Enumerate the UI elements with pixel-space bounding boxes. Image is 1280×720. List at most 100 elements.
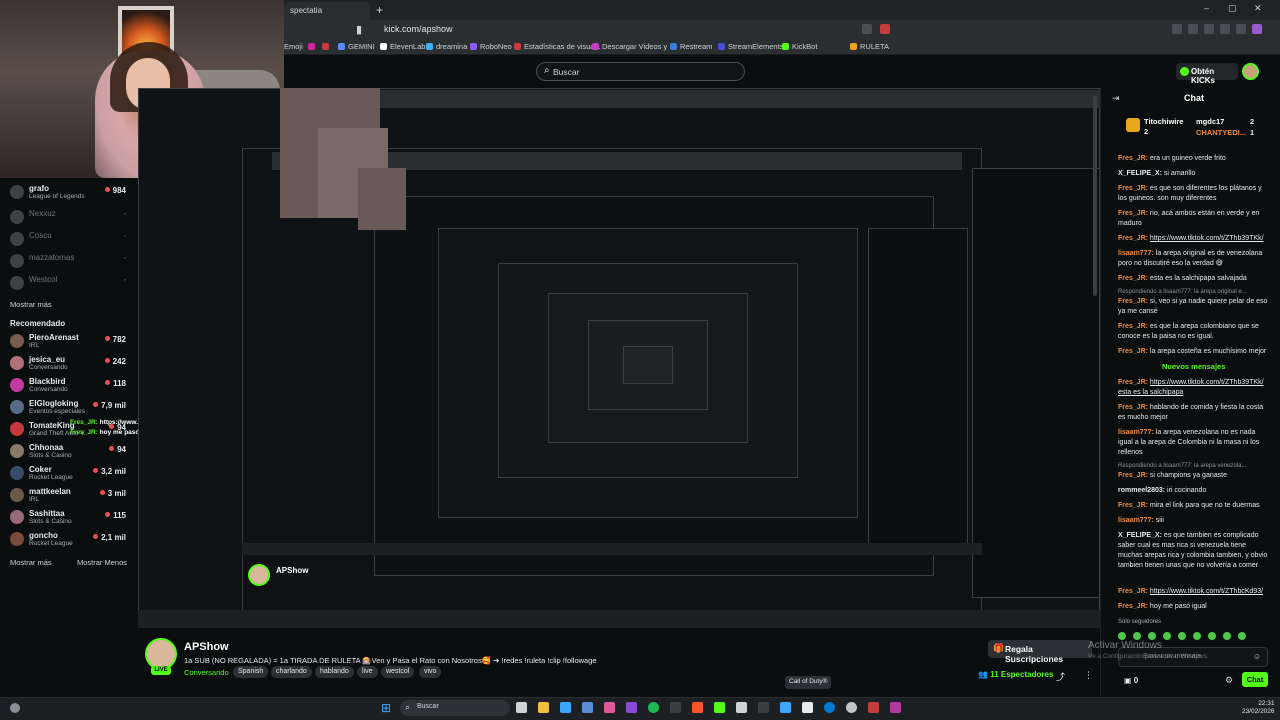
kick-header — [284, 56, 1280, 88]
show-more-recommended[interactable]: Mostrar más — [10, 558, 52, 567]
bookmark-icon[interactable] — [322, 42, 332, 51]
app-icon[interactable] — [736, 702, 747, 713]
bookmark-roboneo[interactable]: RoboNeo — [470, 42, 512, 51]
store-icon[interactable] — [560, 702, 571, 713]
app-icon[interactable] — [582, 702, 593, 713]
tag-live[interactable]: live — [357, 666, 378, 678]
search-input[interactable]: ⌕ Buscar — [536, 62, 745, 81]
sidebar-item-pieroarenast[interactable]: PieroArenast IRL 782 — [10, 332, 126, 352]
list-icon[interactable] — [1188, 24, 1198, 34]
app-icon[interactable] — [868, 702, 879, 713]
edge-icon[interactable] — [824, 702, 835, 713]
bookmark-gemini[interactable]: GEMINI — [338, 42, 375, 51]
get-kicks-button[interactable]: Obtén KICKs — [1176, 63, 1238, 85]
sidebar-item-coscu[interactable]: Coscu ◦ — [10, 230, 126, 250]
status-icon — [10, 703, 20, 713]
show-less-recommended[interactable]: Mostrar Menos — [77, 558, 127, 567]
bookmark-streamelements[interactable]: StreamElements — [718, 42, 783, 51]
bookmark-estadisticas[interactable]: Estadísticas de visua... — [514, 42, 601, 51]
tag-westcol[interactable]: westcol — [381, 666, 415, 678]
chat-message: lisaam777: siii — [1118, 517, 1164, 524]
sidebar-item-jesica-eu[interactable]: jesica_eu Conversando 242 — [10, 354, 126, 374]
bookmark-ruleta[interactable]: RULETA — [850, 42, 889, 51]
sidebar-item-mattkeelan[interactable]: mattkeelan IRL 3 mil — [10, 486, 126, 506]
app-icon[interactable] — [604, 702, 615, 713]
app-icon[interactable] — [890, 702, 901, 713]
sidebar-item-blackbird[interactable]: Blackbird Conversando 118 — [10, 376, 126, 396]
settings-icon[interactable]: ⚙ — [1225, 675, 1233, 686]
bookmark-dreamina[interactable]: dreamina — [426, 42, 467, 51]
tab-icon[interactable]: ▮ — [356, 23, 362, 36]
emoji-icon[interactable]: ☺ — [1253, 652, 1261, 661]
app-icon[interactable] — [714, 702, 725, 713]
chat-message: Fres_JR: si champions ya ganaste — [1118, 472, 1227, 479]
chat-link[interactable]: https://www.tiktok.com/t/ZThbcKd93/ — [1150, 588, 1263, 595]
show-more-following[interactable]: Mostrar más — [10, 300, 52, 309]
maximize-icon[interactable]: ▢ — [1228, 3, 1237, 14]
bookmark-instagram-icon[interactable] — [308, 42, 318, 51]
more-options-icon[interactable]: ⋮ — [1084, 670, 1093, 681]
chat-scrollbar[interactable] — [1093, 96, 1097, 296]
file-explorer-icon[interactable] — [538, 702, 549, 713]
app-icon[interactable] — [802, 702, 813, 713]
tag-spanish[interactable]: Spanish — [233, 666, 269, 678]
bookmark-kickbot[interactable]: KickBot — [782, 42, 817, 51]
bookmark-emoji[interactable]: Emoji — [284, 42, 303, 51]
menu-icon[interactable] — [1252, 24, 1262, 34]
emote-icon — [1223, 632, 1231, 640]
share-icon[interactable] — [862, 24, 872, 34]
gift-subs-button[interactable]: 🎁 Regala Suscripciones — [988, 640, 1092, 664]
tag-hablando[interactable]: hablando — [315, 666, 354, 678]
sidebar-item-grafo[interactable]: grafo League of Legends 984 — [10, 183, 126, 203]
sidebar-item-chhonaa[interactable]: Chhonaa Slots & Casino 94 — [10, 442, 126, 462]
sidebar-item-nexxuz[interactable]: Nexxuz ◦ — [10, 208, 126, 228]
sidebar-item-goncho[interactable]: goncho Rocket League 2,1 mil — [10, 530, 126, 550]
app-icon[interactable] — [758, 702, 769, 713]
stream-video-player[interactable]: APShow — [138, 88, 1100, 628]
sidebar-item-coker[interactable]: Coker Rocket League 3,2 mil — [10, 464, 126, 484]
new-messages-divider[interactable]: Nuevos mensajes — [1162, 362, 1225, 371]
user-avatar[interactable] — [1242, 63, 1259, 80]
stream-category[interactable]: Conversando — [184, 668, 229, 677]
system-clock[interactable]: 22:31 23/02/2026 — [1242, 700, 1275, 716]
spotify-icon[interactable] — [648, 702, 659, 713]
brave-icon[interactable] — [692, 702, 703, 713]
app-icon[interactable] — [846, 702, 857, 713]
bookmark-descargar[interactable]: Descargar Videos y ... — [592, 42, 676, 51]
url-field[interactable]: kick.com/apshow — [384, 24, 453, 34]
extension-icon[interactable] — [880, 24, 890, 34]
sidebar-item-elglogloking[interactable]: ElGlogloking Eventos especiales 7,9 mil — [10, 398, 126, 418]
app-icon[interactable] — [670, 702, 681, 713]
bookmark-elevenlabs[interactable]: ElevenLabs — [380, 42, 429, 51]
music-icon[interactable] — [1172, 24, 1182, 34]
share-icon[interactable]: ⤴ — [1056, 670, 1065, 683]
browser-tab[interactable]: spectatia — [284, 2, 370, 20]
close-icon[interactable]: ✕ — [1254, 3, 1262, 14]
taskbar-search[interactable]: ⌕ Buscar — [400, 700, 510, 716]
tag-vivo[interactable]: vivo — [419, 666, 442, 678]
profile-icon[interactable] — [1236, 24, 1246, 34]
sidebar-icon[interactable] — [1204, 24, 1214, 34]
chat-message: Fres_JR: mira el link para que no te due… — [1118, 502, 1260, 509]
collapse-chat-icon[interactable]: ⇥ — [1112, 93, 1120, 104]
sidebar-item-westcol[interactable]: Westcol ◦ — [10, 274, 126, 294]
channel-name[interactable]: APShow — [184, 641, 229, 653]
gifter-name[interactable]: Titochiwire — [1144, 117, 1183, 126]
avatar — [10, 400, 24, 414]
minimize-icon[interactable]: – — [1204, 3, 1209, 13]
task-view-icon[interactable] — [516, 702, 527, 713]
gifter-name[interactable]: CHANTYEDI... — [1196, 128, 1246, 137]
sidebar-item-sashittaa[interactable]: Sashittaa Slots & Casino 115 — [10, 508, 126, 528]
kicks-balance[interactable]: ▣ 0 — [1124, 676, 1138, 685]
sidebar-item-mazzatomas[interactable]: mazzatomas ◦ — [10, 252, 126, 272]
tag-charlando[interactable]: charlando — [271, 666, 312, 678]
new-tab-button[interactable]: + — [376, 3, 383, 17]
app-icon[interactable] — [626, 702, 637, 713]
send-chat-button[interactable]: Chat — [1242, 672, 1268, 687]
download-icon[interactable] — [1220, 24, 1230, 34]
gifter-name[interactable]: mgdc17 — [1196, 117, 1224, 126]
bookmark-restream[interactable]: Restream — [670, 42, 713, 51]
app-icon[interactable] — [780, 702, 791, 713]
chat-link[interactable]: https://www.tiktok.com/t/ZThb39TKk/ — [1150, 235, 1264, 242]
start-icon[interactable]: ⊞ — [381, 701, 391, 715]
